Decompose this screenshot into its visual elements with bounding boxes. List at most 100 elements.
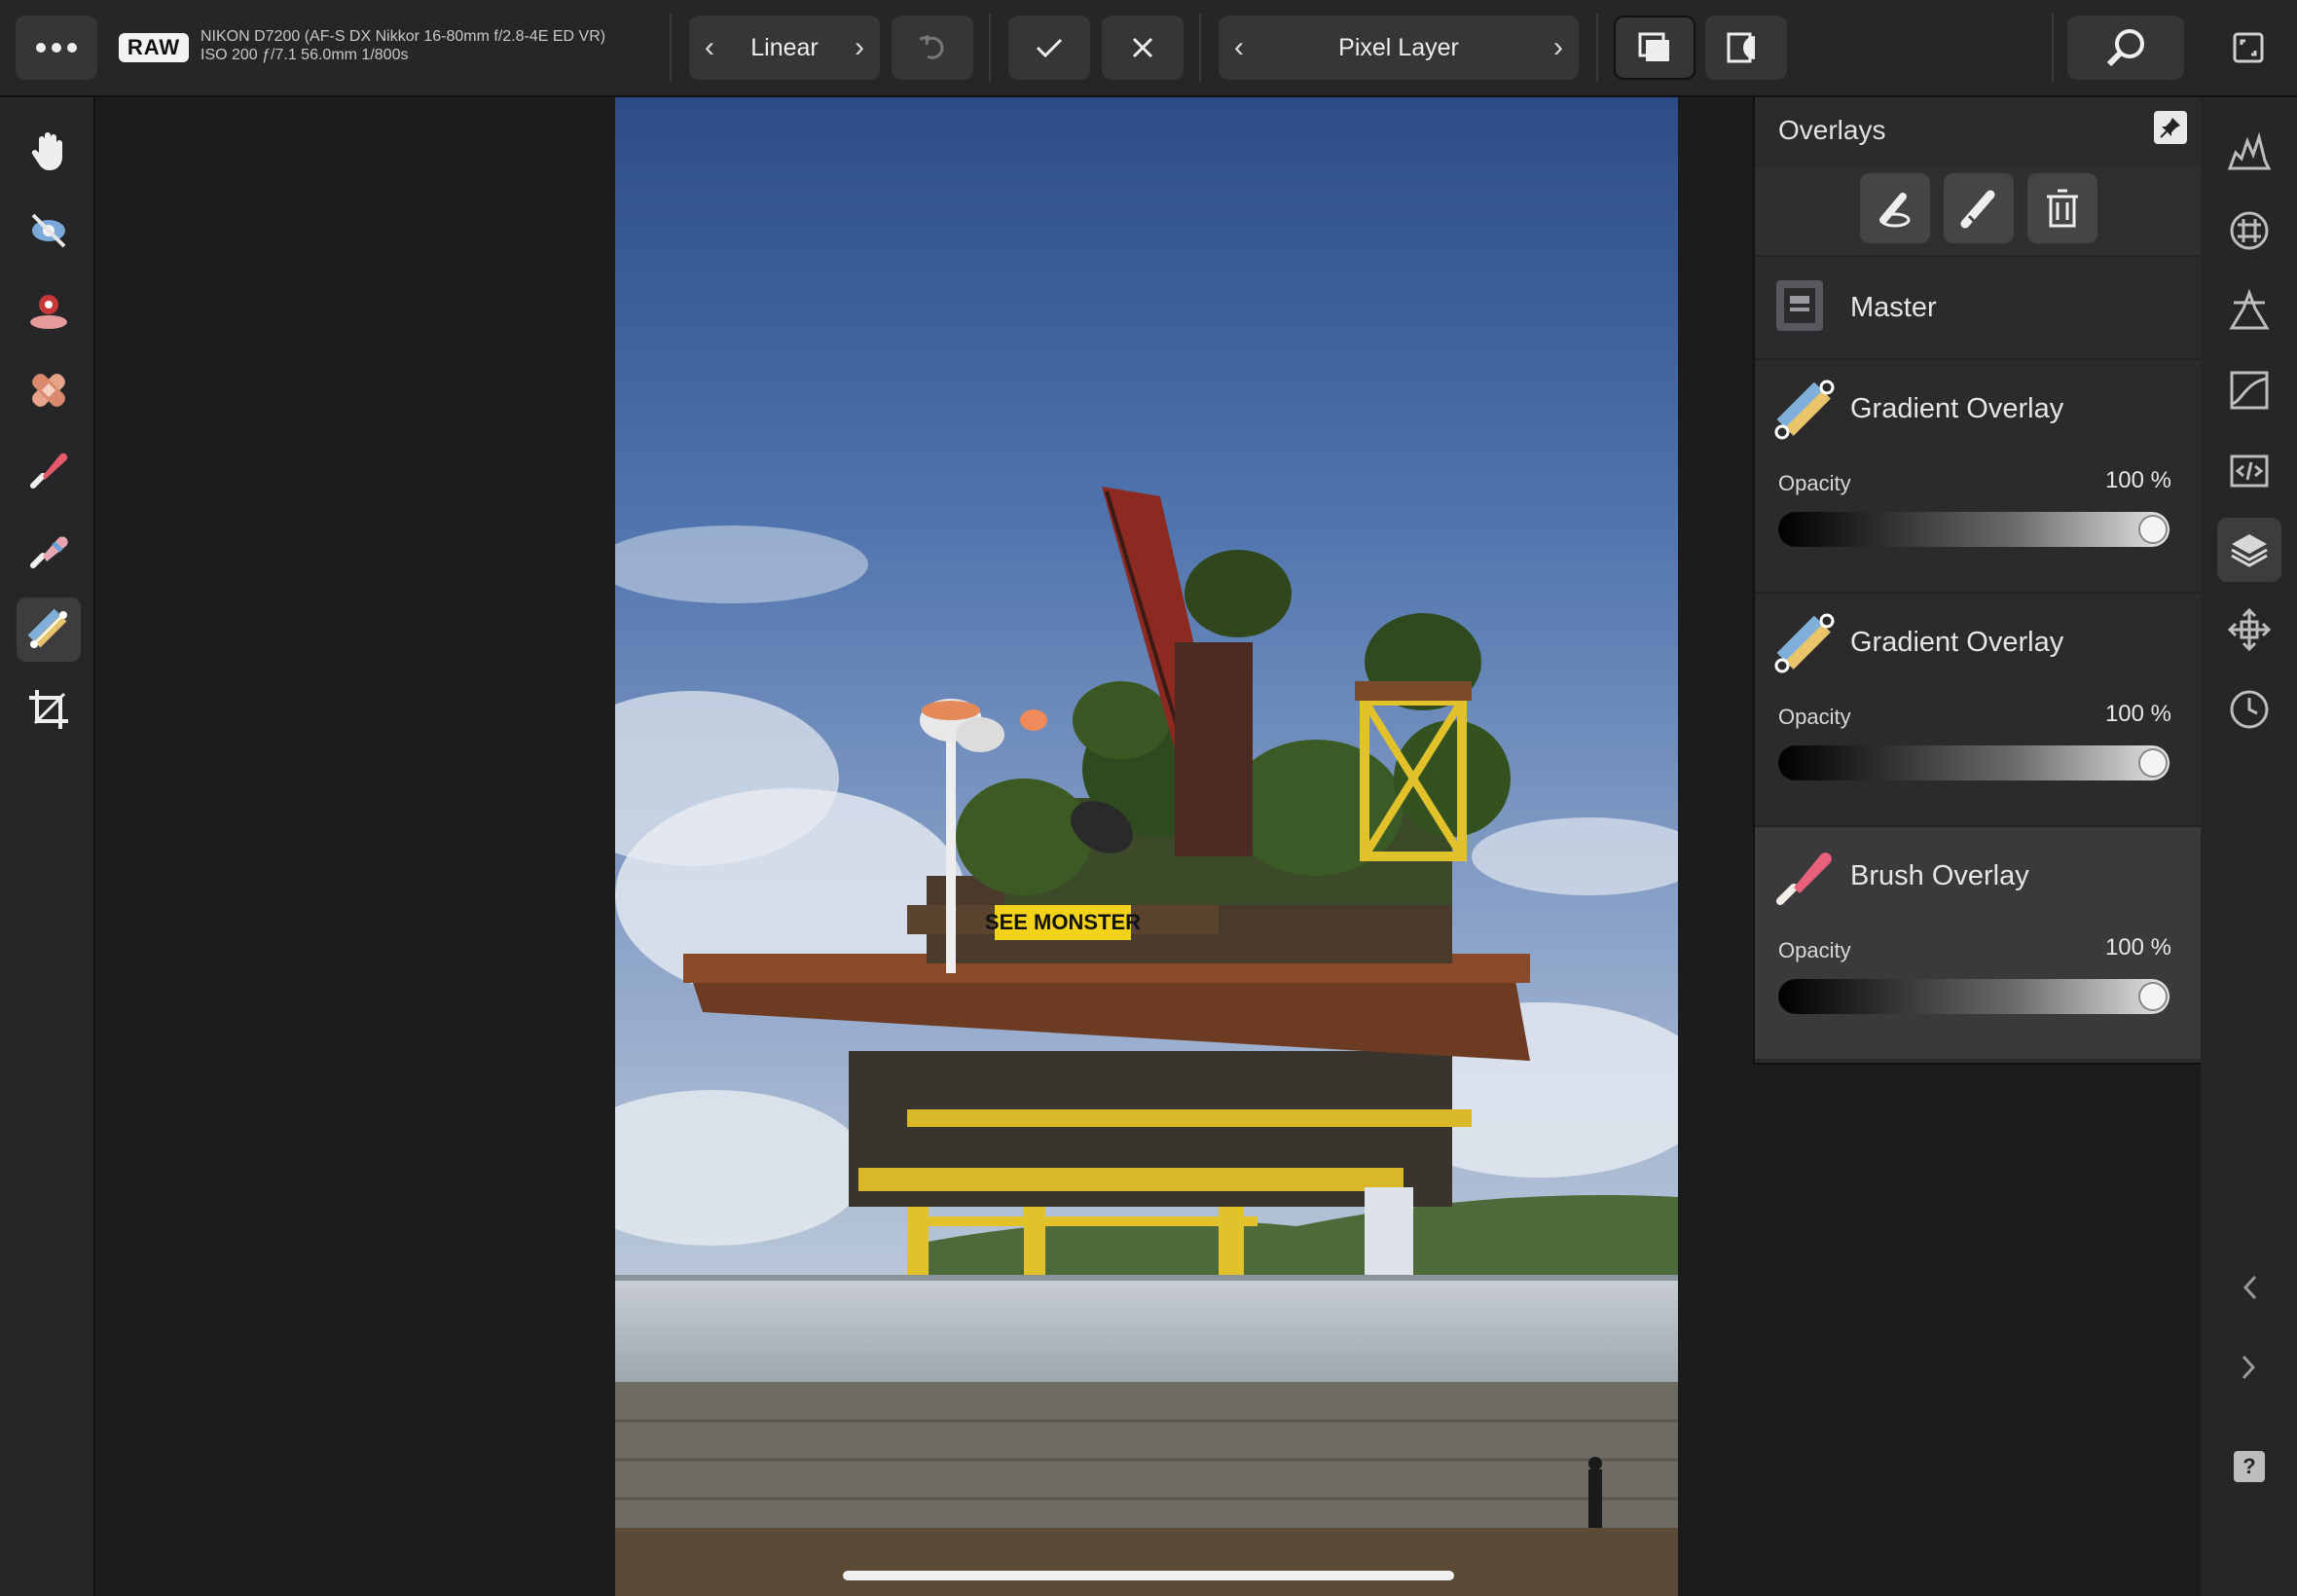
gradient-type-selector[interactable]: ‹ Linear › bbox=[689, 16, 880, 80]
overlay-item-brush[interactable]: Brush Overlay Opacity 100 % bbox=[1755, 825, 2203, 1059]
photo-sign-text: SEE MONSTER bbox=[985, 910, 1141, 934]
overlay-actions bbox=[1755, 167, 2203, 255]
gradient-add-icon bbox=[1879, 193, 1911, 228]
spot-tool[interactable] bbox=[17, 278, 81, 343]
opacity-value: 100 % bbox=[2104, 467, 2171, 493]
crop-icon bbox=[29, 690, 68, 729]
magnifier-icon bbox=[2106, 29, 2144, 67]
gradient-overlay-tool[interactable] bbox=[17, 598, 81, 662]
history-studio-button[interactable] bbox=[2217, 677, 2281, 742]
cancel-button[interactable] bbox=[1102, 16, 1184, 80]
split-view-icon bbox=[1727, 32, 1755, 63]
home-indicator bbox=[843, 1571, 1454, 1580]
layer-selector-label: Pixel Layer bbox=[1338, 33, 1459, 61]
opacity-slider[interactable] bbox=[1778, 512, 2169, 547]
collapse-right-button[interactable] bbox=[2217, 1335, 2281, 1399]
checkmark-icon bbox=[1036, 38, 1063, 58]
clock-icon bbox=[2230, 690, 2269, 729]
red-eye-tool[interactable] bbox=[17, 199, 81, 263]
undo-icon bbox=[919, 35, 944, 59]
tools-panel bbox=[0, 97, 95, 1596]
panel-title: Overlays bbox=[1778, 115, 1886, 145]
opacity-slider[interactable] bbox=[1778, 979, 2169, 1014]
chevron-right-icon[interactable]: › bbox=[1553, 31, 1563, 64]
metadata-studio-button[interactable] bbox=[2217, 438, 2281, 502]
gradient-icon bbox=[1772, 611, 1837, 675]
more-menu-button[interactable] bbox=[16, 16, 97, 80]
move-icon bbox=[2228, 608, 2271, 651]
channels-icon bbox=[2230, 211, 2269, 250]
slider-knob[interactable] bbox=[2138, 515, 2168, 544]
view-mode-button[interactable] bbox=[1614, 16, 1695, 80]
opacity-label: Opacity bbox=[1778, 705, 1851, 729]
undo-button[interactable] bbox=[892, 16, 973, 80]
fullscreen-button[interactable] bbox=[2209, 16, 2287, 80]
zoom-button[interactable] bbox=[2067, 16, 2184, 80]
chevron-left-icon[interactable]: ‹ bbox=[1234, 31, 1244, 64]
overlay-item-title: Gradient Overlay bbox=[1850, 393, 2064, 424]
transform-studio-button[interactable] bbox=[2217, 598, 2281, 662]
overlay-item-gradient-1[interactable]: Gradient Overlay Opacity 100 % bbox=[1755, 358, 2203, 592]
stack-view-icon bbox=[1638, 32, 1669, 61]
delete-overlay-button[interactable] bbox=[2027, 173, 2097, 243]
bandage-tool[interactable] bbox=[17, 358, 81, 422]
apply-button[interactable] bbox=[1008, 16, 1090, 80]
curves-studio-button[interactable] bbox=[2217, 358, 2281, 422]
trash-icon bbox=[2047, 189, 2078, 228]
help-icon: ? bbox=[2234, 1451, 2265, 1482]
collapse-left-button[interactable] bbox=[2217, 1255, 2281, 1320]
camera-model: NIKON D7200 (AF-S DX Nikkor 16-80mm f/2.… bbox=[201, 28, 606, 45]
chevron-left-icon bbox=[2242, 1275, 2257, 1300]
gradient-type-label: Linear bbox=[750, 33, 819, 61]
bandage-icon bbox=[32, 374, 65, 407]
divider bbox=[670, 14, 672, 82]
hand-tool[interactable] bbox=[17, 119, 81, 183]
overlays-studio-button[interactable] bbox=[2217, 518, 2281, 582]
opacity-label: Opacity bbox=[1778, 938, 1851, 962]
chevron-right-icon bbox=[2242, 1355, 2256, 1380]
brush-icon bbox=[1772, 845, 1837, 909]
crop-tool[interactable] bbox=[17, 677, 81, 742]
chevron-left-icon[interactable]: ‹ bbox=[705, 31, 714, 64]
help-button[interactable]: ? bbox=[2217, 1434, 2281, 1499]
pin-button[interactable] bbox=[2154, 111, 2187, 144]
add-brush-overlay-button[interactable] bbox=[1944, 173, 2014, 243]
layer-selector[interactable]: ‹ Pixel Layer › bbox=[1219, 16, 1579, 80]
gradient-icon bbox=[1772, 378, 1837, 442]
opacity-slider[interactable] bbox=[1778, 745, 2169, 780]
overlay-item-title: Master bbox=[1850, 292, 1937, 323]
channels-studio-button[interactable] bbox=[2217, 199, 2281, 263]
brush-add-icon bbox=[1960, 190, 1995, 229]
histogram-studio-button[interactable] bbox=[2217, 119, 2281, 183]
slider-knob[interactable] bbox=[2138, 982, 2168, 1011]
split-view-button[interactable] bbox=[1705, 16, 1787, 80]
camera-settings: ISO 200 ƒ/7.1 56.0mm 1/800s bbox=[201, 47, 409, 63]
master-icon bbox=[1772, 276, 1837, 341]
curves-icon bbox=[2230, 371, 2269, 410]
eraser-icon bbox=[30, 536, 68, 568]
overlay-item-master[interactable]: Master bbox=[1755, 255, 2203, 358]
code-icon bbox=[2230, 454, 2269, 488]
canvas-area[interactable]: SEE MONSTER bbox=[95, 97, 1754, 1596]
slider-knob[interactable] bbox=[2138, 748, 2168, 778]
pin-icon bbox=[2160, 118, 2180, 138]
photo-image[interactable]: SEE MONSTER bbox=[615, 97, 1678, 1596]
gradient-icon bbox=[27, 608, 67, 648]
scope-studio-button[interactable] bbox=[2217, 278, 2281, 343]
divider bbox=[2052, 14, 2054, 82]
eye-icon bbox=[31, 213, 66, 248]
erase-brush-tool[interactable] bbox=[17, 518, 81, 582]
divider bbox=[989, 14, 991, 82]
overlay-item-gradient-2[interactable]: Gradient Overlay Opacity 100 % bbox=[1755, 592, 2203, 825]
brush-icon bbox=[30, 453, 68, 489]
opacity-value: 100 % bbox=[2104, 934, 2171, 961]
studio-bar: ? bbox=[2201, 97, 2297, 1596]
overlay-item-title: Gradient Overlay bbox=[1850, 627, 2064, 658]
histogram-icon bbox=[2228, 131, 2271, 170]
chevron-right-icon[interactable]: › bbox=[855, 31, 864, 64]
spot-icon bbox=[30, 295, 67, 329]
divider bbox=[1199, 14, 1201, 82]
paint-brush-tool[interactable] bbox=[17, 438, 81, 502]
add-gradient-overlay-button[interactable] bbox=[1860, 173, 1930, 243]
top-toolbar: RAW NIKON D7200 (AF-S DX Nikkor 16-80mm … bbox=[0, 0, 2297, 97]
